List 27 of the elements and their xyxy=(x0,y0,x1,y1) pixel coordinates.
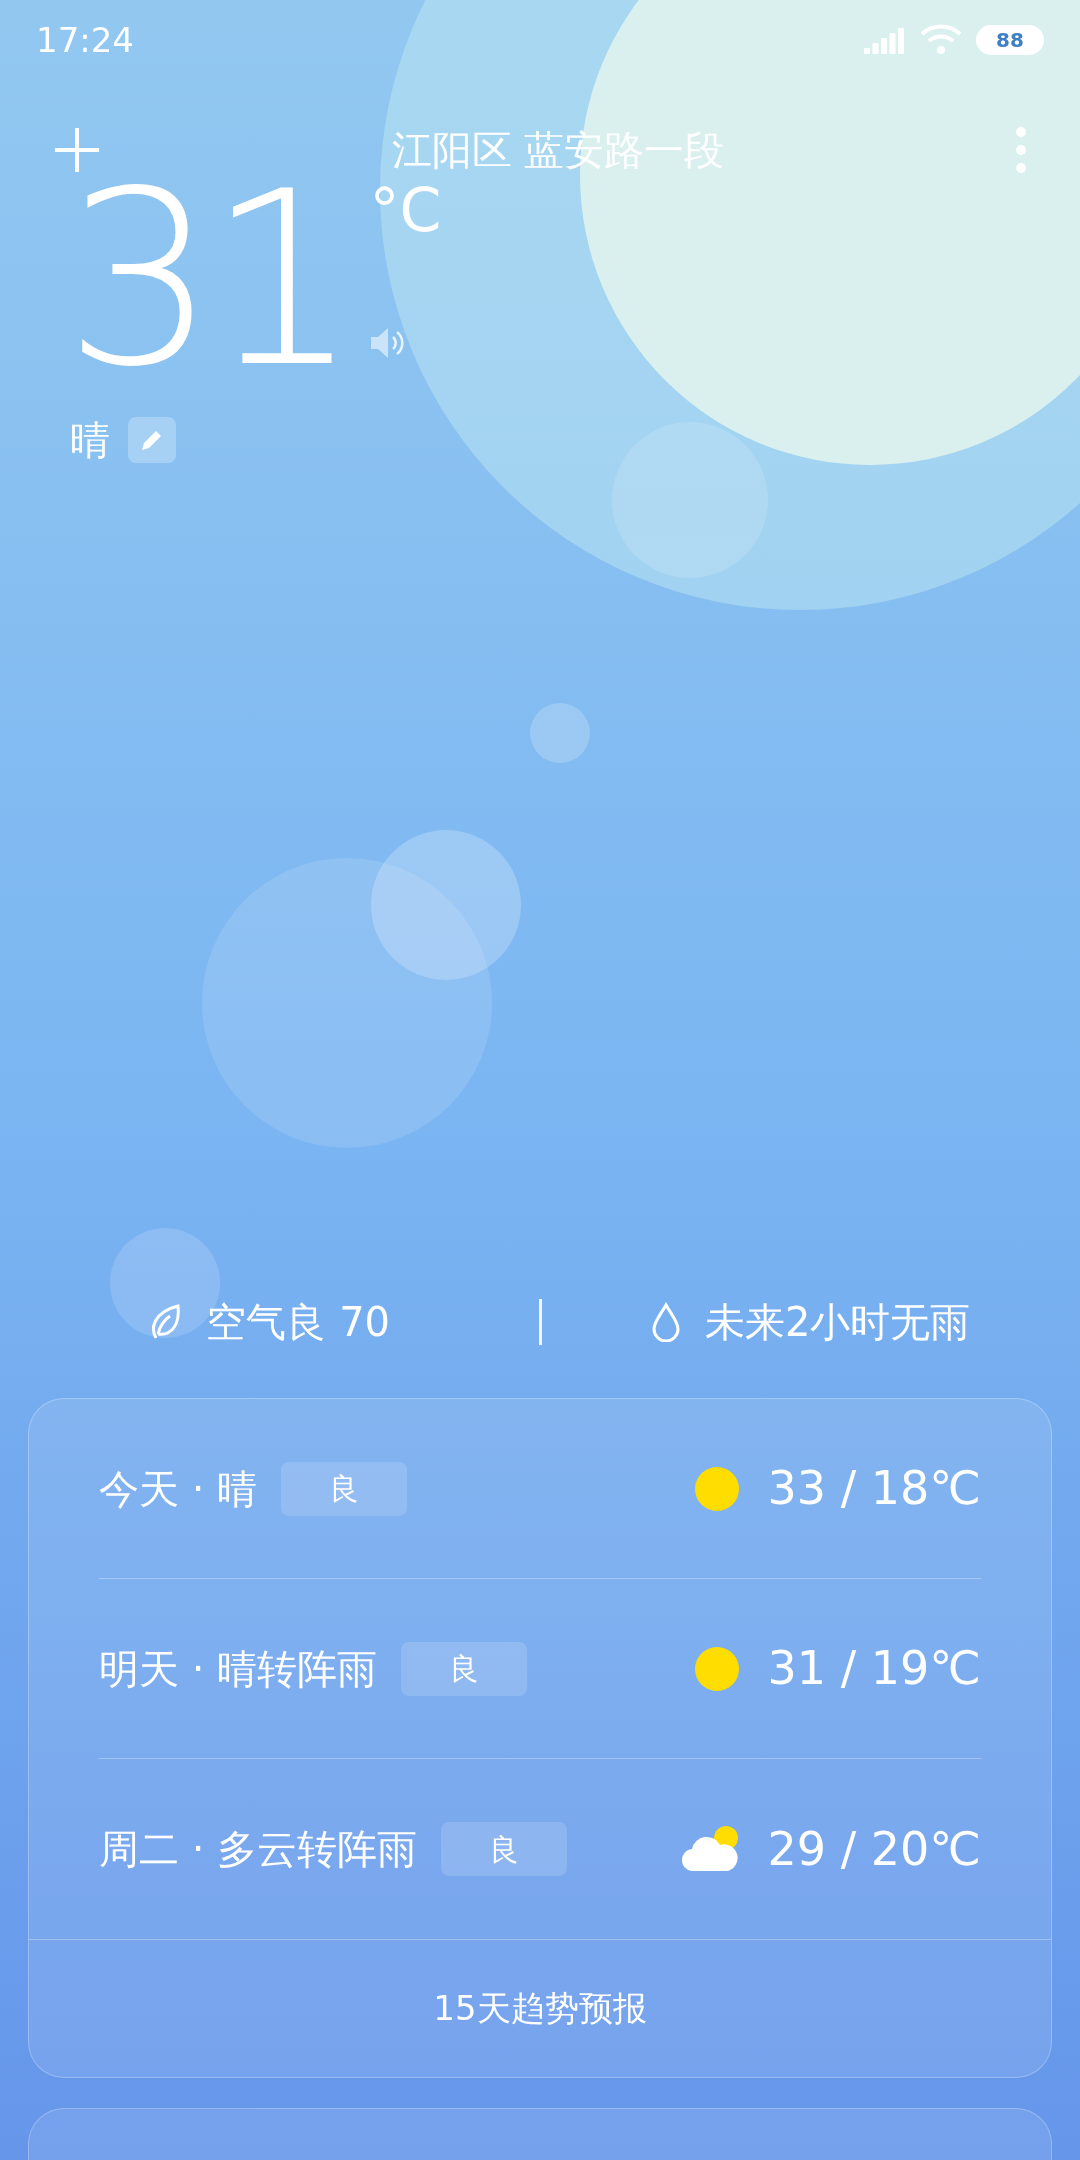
sun-icon xyxy=(693,1645,740,1692)
current-temperature: 31 xyxy=(64,180,350,380)
air-quality-text: 空气良 70 xyxy=(206,1298,391,1347)
air-quality-badge: 良 xyxy=(401,1641,528,1696)
status-time: 17:24 xyxy=(36,18,134,62)
edit-button[interactable] xyxy=(128,417,176,463)
more-icon[interactable] xyxy=(1014,126,1028,174)
forecast-temperature: 29 / 20℃ xyxy=(767,1820,981,1878)
temperature-unit: °C xyxy=(369,180,442,240)
forecast-day: 周二 · 多云转阵雨 xyxy=(99,1819,418,1879)
forecast-temperature: 31 / 19℃ xyxy=(767,1640,981,1697)
battery-indicator: 88 xyxy=(976,25,1044,55)
bokeh-drawing xyxy=(529,702,591,764)
wifi-icon xyxy=(920,24,962,56)
trend-forecast-link[interactable]: 15天趋势预报 xyxy=(29,1939,1051,2077)
forecast-day: 今天 · 晴 xyxy=(99,1458,258,1519)
weather-condition: 晴 xyxy=(70,416,110,465)
forecast-temperature: 33 / 18℃ xyxy=(767,1460,981,1517)
add-icon[interactable] xyxy=(52,125,102,175)
rain-forecast-text: 未来2小时无雨 xyxy=(705,1298,971,1347)
air-quality-badge: 良 xyxy=(281,1461,408,1516)
sun-icon xyxy=(693,1465,740,1512)
cloud-sun-icon xyxy=(681,1825,740,1873)
air-quality-badge: 良 xyxy=(441,1822,568,1876)
signal-icon xyxy=(864,26,906,54)
forecast-day: 明天 · 晴转阵雨 xyxy=(99,1638,378,1699)
water-drop-icon xyxy=(651,1302,681,1342)
